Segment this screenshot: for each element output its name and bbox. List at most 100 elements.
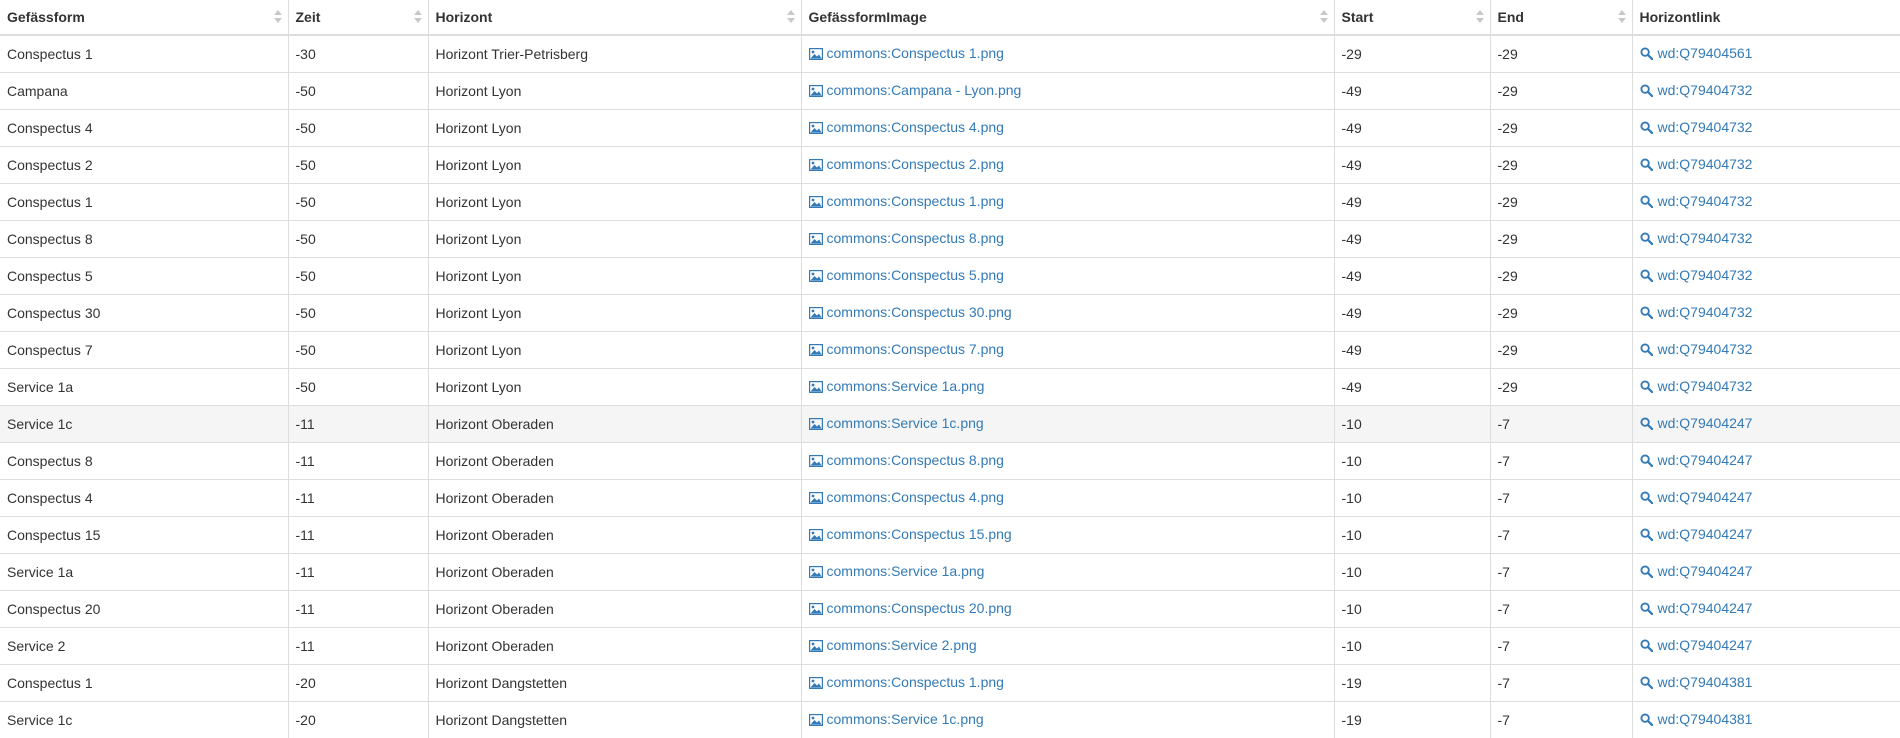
cell-zeit: -50 (288, 369, 428, 406)
cell-gefaessformimage: commons:Conspectus 1.png (801, 184, 1334, 221)
image-link[interactable]: commons:Conspectus 8.png (809, 452, 1004, 468)
cell-horizontlink: wd:Q79404247 (1632, 517, 1900, 554)
cell-start: -10 (1334, 517, 1490, 554)
cell-gefaessformimage: commons:Conspectus 15.png (801, 517, 1334, 554)
image-link[interactable]: commons:Service 1c.png (809, 711, 984, 727)
cell-start: -49 (1334, 332, 1490, 369)
cell-horizont: Horizont Dangstetten (428, 702, 801, 738)
horizont-link[interactable]: wd:Q79404732 (1640, 267, 1753, 283)
table-row: Service 1a-50Horizont Lyoncommons:Servic… (0, 369, 1900, 406)
cell-start: -49 (1334, 295, 1490, 332)
cell-start: -49 (1334, 258, 1490, 295)
horizont-link[interactable]: wd:Q79404561 (1640, 45, 1753, 61)
cell-gefaessformimage: commons:Service 1c.png (801, 406, 1334, 443)
table-row: Service 1c-11Horizont Oberadencommons:Se… (0, 406, 1900, 443)
horizont-link[interactable]: wd:Q79404732 (1640, 156, 1753, 172)
horizont-link[interactable]: wd:Q79404732 (1640, 304, 1753, 320)
horizont-link[interactable]: wd:Q79404247 (1640, 452, 1753, 468)
cell-zeit: -30 (288, 35, 428, 73)
horizont-link[interactable]: wd:Q79404732 (1640, 230, 1753, 246)
image-link[interactable]: commons:Conspectus 8.png (809, 230, 1004, 246)
horizont-link[interactable]: wd:Q79404247 (1640, 600, 1753, 616)
sort-icon[interactable] (274, 10, 282, 24)
image-link[interactable]: commons:Service 1a.png (809, 563, 985, 579)
cell-horizont: Horizont Lyon (428, 295, 801, 332)
cell-gefaessformimage: commons:Conspectus 7.png (801, 332, 1334, 369)
image-link[interactable]: commons:Conspectus 1.png (809, 193, 1004, 209)
image-link[interactable]: commons:Conspectus 15.png (809, 526, 1012, 542)
cell-gefaessform: Service 1c (0, 406, 288, 443)
image-icon (809, 269, 823, 281)
sort-icon[interactable] (1320, 10, 1328, 24)
image-link[interactable]: commons:Conspectus 5.png (809, 267, 1004, 283)
column-header-zeit[interactable]: Zeit (288, 0, 428, 35)
cell-horizont: Horizont Lyon (428, 258, 801, 295)
cell-end: -29 (1490, 221, 1632, 258)
table-row: Conspectus 4-50Horizont Lyoncommons:Cons… (0, 110, 1900, 147)
cell-gefaessform: Conspectus 1 (0, 35, 288, 73)
cell-zeit: -50 (288, 147, 428, 184)
image-link[interactable]: commons:Conspectus 1.png (809, 45, 1004, 61)
search-icon (1640, 639, 1654, 651)
cell-horizont: Horizont Dangstetten (428, 665, 801, 702)
horizont-link[interactable]: wd:Q79404732 (1640, 378, 1753, 394)
sort-icon[interactable] (414, 10, 422, 24)
column-header-horizont[interactable]: Horizont (428, 0, 801, 35)
cell-start: -10 (1334, 628, 1490, 665)
cell-gefaessformimage: commons:Conspectus 30.png (801, 295, 1334, 332)
image-link[interactable]: commons:Service 1a.png (809, 378, 985, 394)
cell-start: -49 (1334, 73, 1490, 110)
column-header-gefaessform[interactable]: Gefässform (0, 0, 288, 35)
search-icon (1640, 269, 1654, 281)
cell-horizont: Horizont Lyon (428, 369, 801, 406)
horizont-link[interactable]: wd:Q79404247 (1640, 489, 1753, 505)
horizont-link[interactable]: wd:Q79404381 (1640, 674, 1753, 690)
image-link[interactable]: commons:Service 2.png (809, 637, 977, 653)
sort-icon[interactable] (787, 10, 795, 24)
cell-end: -29 (1490, 332, 1632, 369)
cell-gefaessform: Conspectus 1 (0, 665, 288, 702)
cell-gefaessformimage: commons:Service 1a.png (801, 369, 1334, 406)
horizont-link[interactable]: wd:Q79404732 (1640, 193, 1753, 209)
table-row: Conspectus 8-50Horizont Lyoncommons:Cons… (0, 221, 1900, 258)
search-icon (1640, 454, 1654, 466)
table-row: Conspectus 20-11Horizont Oberadencommons… (0, 591, 1900, 628)
image-icon (809, 343, 823, 355)
image-link[interactable]: commons:Conspectus 4.png (809, 489, 1004, 505)
image-link[interactable]: commons:Conspectus 7.png (809, 341, 1004, 357)
image-link[interactable]: commons:Conspectus 20.png (809, 600, 1012, 616)
column-header-horizontlink[interactable]: Horizontlink (1632, 0, 1900, 35)
horizont-link[interactable]: wd:Q79404381 (1640, 711, 1753, 727)
horizont-link[interactable]: wd:Q79404732 (1640, 119, 1753, 135)
cell-zeit: -50 (288, 258, 428, 295)
sort-icon[interactable] (1618, 10, 1626, 24)
horizont-link[interactable]: wd:Q79404247 (1640, 415, 1753, 431)
horizont-link[interactable]: wd:Q79404732 (1640, 82, 1753, 98)
cell-horizont: Horizont Lyon (428, 73, 801, 110)
horizont-link[interactable]: wd:Q79404247 (1640, 563, 1753, 579)
column-header-end[interactable]: End (1490, 0, 1632, 35)
horizont-link[interactable]: wd:Q79404247 (1640, 637, 1753, 653)
cell-gefaessform: Conspectus 20 (0, 591, 288, 628)
image-link[interactable]: commons:Conspectus 30.png (809, 304, 1012, 320)
cell-horizontlink: wd:Q79404732 (1632, 184, 1900, 221)
column-header-start[interactable]: Start (1334, 0, 1490, 35)
cell-horizontlink: wd:Q79404732 (1632, 73, 1900, 110)
image-link[interactable]: commons:Conspectus 1.png (809, 674, 1004, 690)
image-link[interactable]: commons:Conspectus 4.png (809, 119, 1004, 135)
image-link[interactable]: commons:Conspectus 2.png (809, 156, 1004, 172)
horizont-link[interactable]: wd:Q79404247 (1640, 526, 1753, 542)
table-body: Conspectus 1-30Horizont Trier-Petrisberg… (0, 35, 1900, 738)
image-icon (809, 676, 823, 688)
image-icon (809, 454, 823, 466)
column-header-gefaessformimage[interactable]: GefässformImage (801, 0, 1334, 35)
cell-start: -19 (1334, 702, 1490, 738)
cell-gefaessformimage: commons:Campana - Lyon.png (801, 73, 1334, 110)
image-link[interactable]: commons:Service 1c.png (809, 415, 984, 431)
horizont-link[interactable]: wd:Q79404732 (1640, 341, 1753, 357)
cell-gefaessformimage: commons:Conspectus 8.png (801, 443, 1334, 480)
cell-horizont: Horizont Oberaden (428, 628, 801, 665)
sort-icon[interactable] (1476, 10, 1484, 24)
search-icon (1640, 306, 1654, 318)
image-link[interactable]: commons:Campana - Lyon.png (809, 82, 1022, 98)
